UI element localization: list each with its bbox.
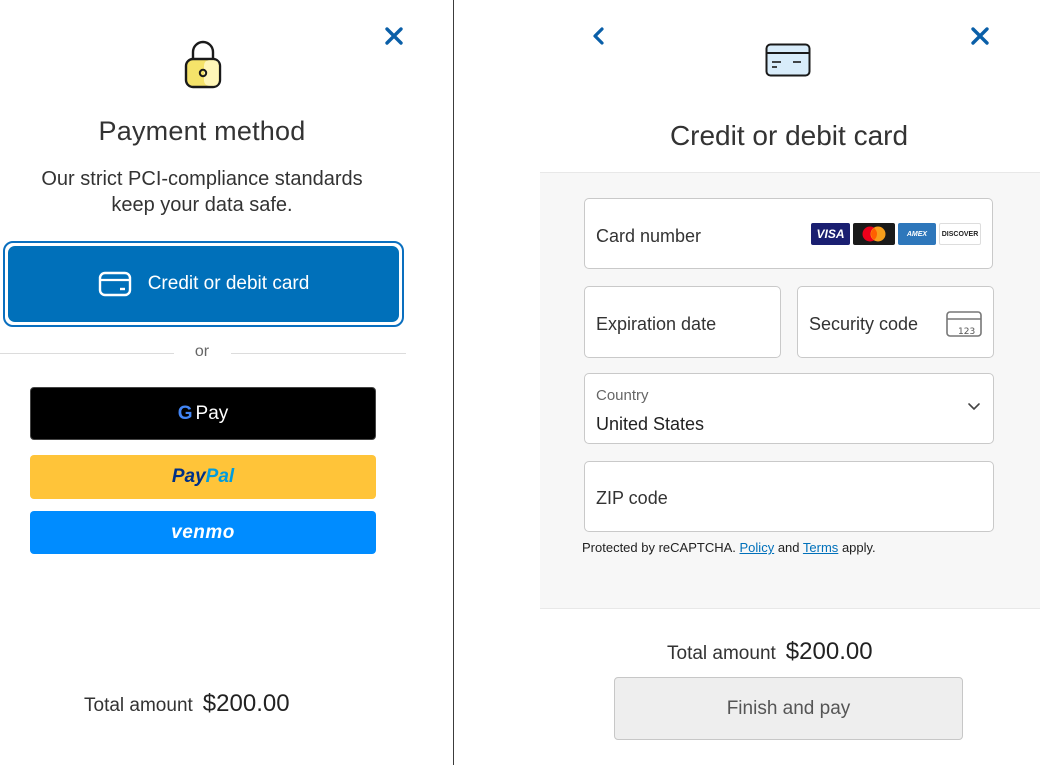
- chevron-down-icon: [968, 403, 980, 411]
- card-brand-logos: VISA AMEX DISCOVER: [811, 223, 981, 245]
- terms-link[interactable]: Terms: [803, 540, 838, 555]
- credit-card-icon: [765, 43, 811, 77]
- amex-logo: AMEX: [898, 223, 936, 245]
- cvv-card-icon: 123: [946, 311, 982, 337]
- total-label: Total amount: [667, 643, 776, 664]
- subtitle-line-1: Our strict PCI-compliance standards: [41, 168, 363, 190]
- lock-icon: [184, 40, 222, 89]
- venmo-button[interactable]: venmo: [30, 511, 376, 554]
- google-g-icon: G: [177, 402, 193, 424]
- paypal-logo-part1: Pay: [171, 466, 206, 487]
- credit-card-button-inner[interactable]: Credit or debit card: [8, 246, 399, 322]
- finish-and-pay-button[interactable]: Finish and pay: [614, 677, 963, 740]
- divider-right: [231, 353, 406, 354]
- zip-code-label: ZIP code: [596, 488, 668, 508]
- security-subtitle: Our strict PCI-compliance standards keep…: [12, 166, 392, 218]
- mastercard-logo: [853, 223, 895, 245]
- close-icon[interactable]: [381, 23, 407, 49]
- credit-card-button[interactable]: Credit or debit card: [3, 241, 404, 327]
- recaptcha-and: and: [777, 540, 800, 555]
- expiration-date-field[interactable]: Expiration date: [584, 286, 781, 358]
- policy-link[interactable]: Policy: [740, 540, 775, 555]
- divider-left: [0, 353, 174, 354]
- total-amount: Total amount $200.00: [84, 690, 290, 718]
- expiration-label: Expiration date: [596, 314, 717, 334]
- country-label: Country: [596, 387, 649, 404]
- google-pay-label: Pay: [195, 402, 229, 424]
- country-select[interactable]: Country United States: [584, 373, 994, 444]
- total-value: $200.00: [202, 690, 290, 717]
- recaptcha-prefix: Protected by reCAPTCHA.: [582, 540, 736, 555]
- google-pay-button[interactable]: G Pay: [30, 387, 376, 440]
- security-code-field[interactable]: Security code 123: [797, 286, 994, 358]
- visa-logo: VISA: [811, 223, 850, 245]
- close-icon[interactable]: [967, 23, 993, 49]
- venmo-logo: venmo: [171, 521, 235, 543]
- country-value: United States: [596, 414, 705, 434]
- total-amount: Total amount $200.00: [667, 638, 873, 666]
- recaptcha-suffix: apply.: [841, 540, 876, 555]
- paypal-button[interactable]: Pay Pal: [30, 455, 376, 499]
- or-separator: or: [194, 343, 210, 360]
- total-label: Total amount: [84, 695, 193, 716]
- chevron-left-icon[interactable]: [588, 23, 610, 49]
- total-value: $200.00: [785, 638, 873, 665]
- zip-code-field[interactable]: ZIP code: [584, 461, 994, 532]
- card-form-title: Credit or debit card: [669, 120, 909, 151]
- card-number-label: Card number: [596, 226, 702, 246]
- subtitle-line-2: keep your data safe.: [111, 194, 293, 216]
- discover-logo: DISCOVER: [939, 223, 981, 245]
- svg-text:123: 123: [958, 327, 975, 337]
- paypal-logo-part2: Pal: [205, 466, 235, 487]
- card-number-field[interactable]: Card number VISA AMEX DISCOVER: [584, 198, 993, 269]
- credit-card-button-label: Credit or debit card: [147, 273, 310, 294]
- page-title: Payment method: [98, 116, 306, 146]
- credit-card-panel: Credit or debit card Card number VISA AM…: [454, 0, 1040, 765]
- security-code-label: Security code: [809, 314, 919, 334]
- recaptcha-notice: Protected by reCAPTCHA. Policy and Terms…: [582, 540, 876, 555]
- credit-card-icon: [98, 271, 131, 297]
- payment-method-panel: Payment method Our strict PCI-compliance…: [0, 0, 453, 765]
